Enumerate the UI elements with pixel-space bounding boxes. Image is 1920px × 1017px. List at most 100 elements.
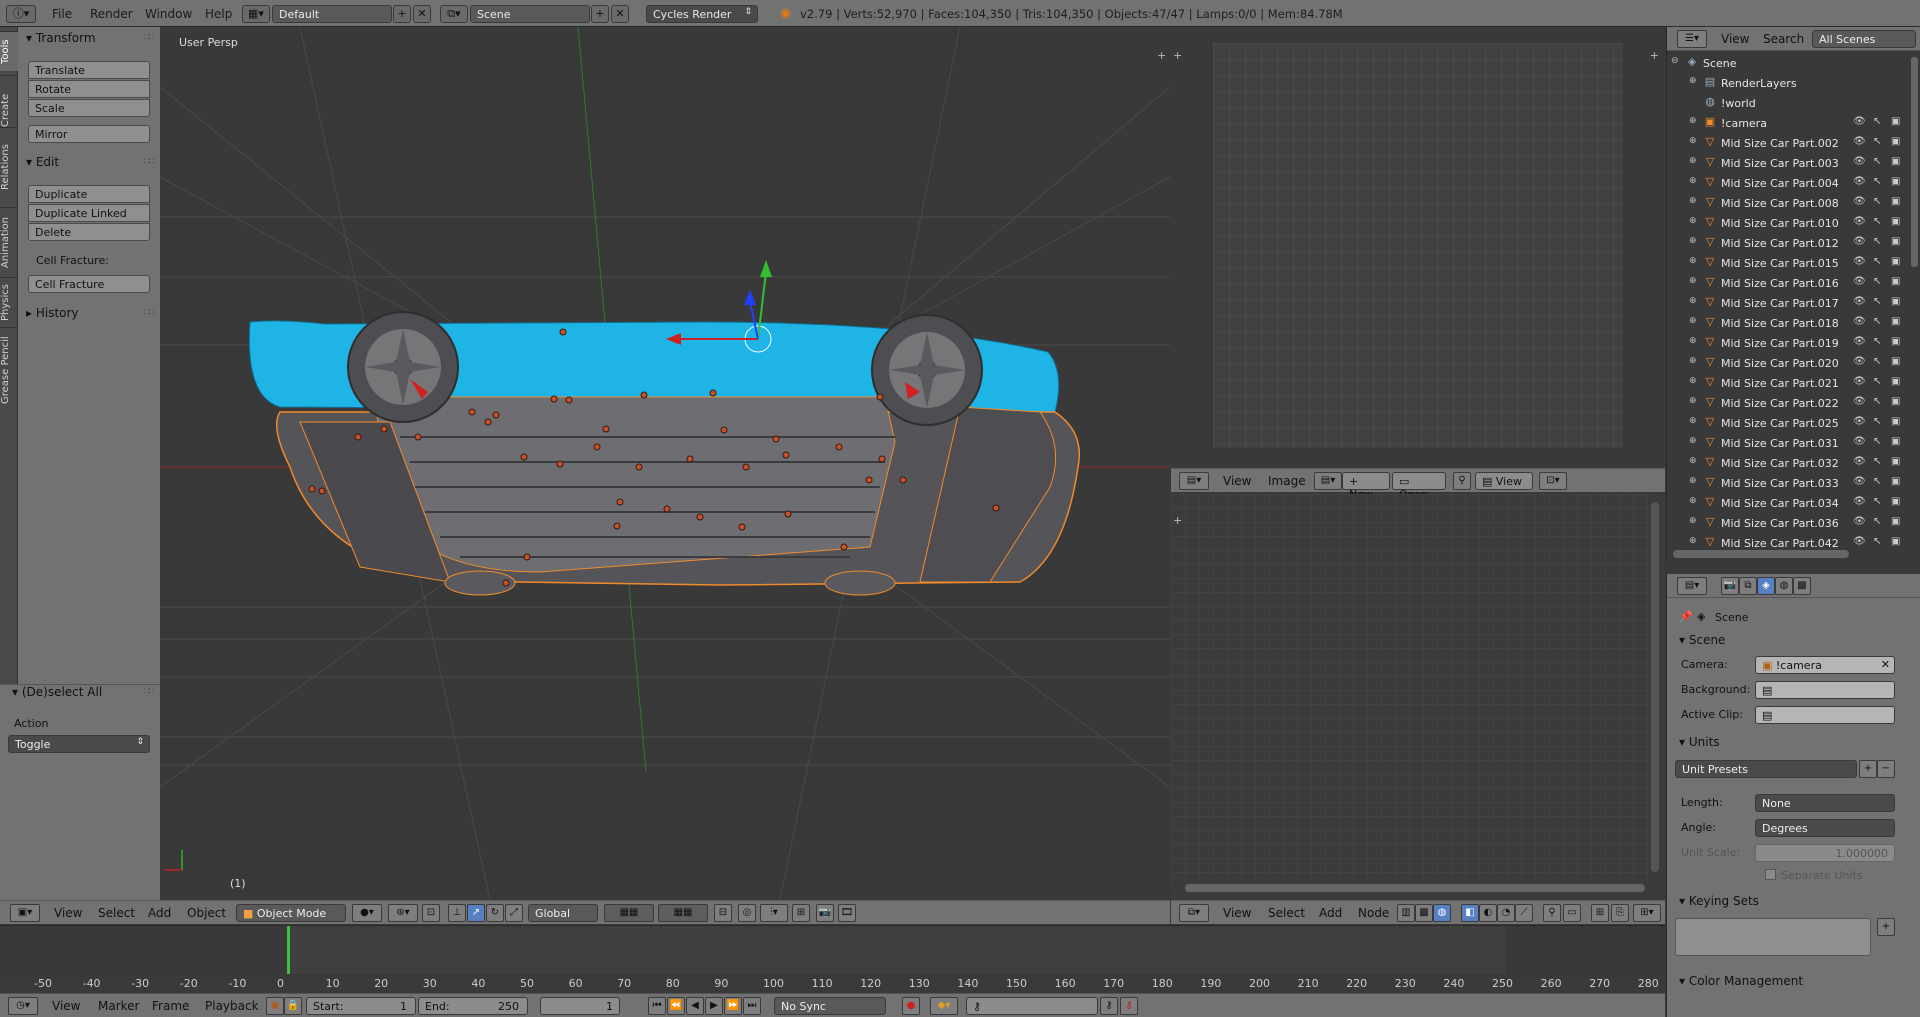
new-image-button[interactable]: + New [1342,472,1390,501]
remove-scene-icon[interactable]: ✕ [611,5,629,23]
pivot-icon[interactable]: ⊡▾ [1539,472,1567,490]
outliner-object-row[interactable]: ⊕ ▽ Mid Size Car Part.016 👁 ↖ ▣ [1667,273,1907,293]
duplicate-linked-button[interactable]: Duplicate Linked [28,204,150,222]
drag-handle-icon[interactable]: ∷∷ [144,33,154,43]
menu-view[interactable]: View [1223,474,1251,488]
scene-field[interactable]: Scene [470,5,590,23]
outliner-object-row[interactable]: ⊕ ▽ Mid Size Car Part.019 👁 ↖ ▣ [1667,333,1907,353]
drag-handle-icon[interactable]: ∷∷ [144,157,154,167]
viewport-shading-icon[interactable]: ●▾ [352,904,382,922]
outliner-row[interactable]: ◍ !world [1667,93,1907,113]
menu-frame[interactable]: Frame [152,999,189,1013]
translate-manipulator-icon[interactable]: ↗ [467,904,485,922]
eye-icon[interactable]: 👁 [1853,276,1866,287]
cursor-select-icon[interactable]: ↖ [1873,236,1881,247]
render-camera-icon[interactable]: ▣ [1891,276,1900,287]
current-frame-field[interactable]: 1 [540,997,620,1015]
menu-add[interactable]: Add [148,906,171,920]
scene-panel-header[interactable]: ▾ Scene [1679,633,1725,647]
expand-toggle-icon[interactable]: ⊕ [1689,276,1697,286]
pivot-point-icon[interactable]: ⊛▾ [388,904,418,922]
expand-toggle-icon[interactable]: ⊕ [1689,256,1697,266]
remove-preset-icon[interactable]: − [1877,760,1895,778]
snap-target-icon[interactable]: ⊞ [792,904,810,922]
eye-icon[interactable]: 👁 [1853,316,1866,327]
render-layers-tab-icon[interactable]: ⧉ [1739,577,1757,595]
outliner-scrollbar[interactable] [1911,57,1918,267]
expand-toggle-icon[interactable]: ⊕ [1689,116,1697,126]
expand-toggle-icon[interactable]: ⊕ [1689,376,1697,386]
expand-toggle-icon[interactable]: ⊕ [1689,76,1697,86]
cursor-select-icon[interactable]: ↖ [1873,216,1881,227]
transform-orientation-select[interactable]: Global [528,904,598,922]
menu-render[interactable]: Render [90,7,133,21]
layers-block-2[interactable]: ▦▦ [658,904,708,922]
menu-marker[interactable]: Marker [98,999,139,1013]
cursor-select-icon[interactable]: ↖ [1873,136,1881,147]
expand-toggle-icon[interactable]: ⊕ [1689,436,1697,446]
world-shader-icon[interactable]: ◐ [1479,904,1497,922]
expand-toggle-icon[interactable]: ⊕ [1689,236,1697,246]
horizontal-scrollbar[interactable] [1185,884,1645,892]
cursor-select-icon[interactable]: ↖ [1873,496,1881,507]
menu-view[interactable]: View [1223,906,1251,920]
outliner-object-row[interactable]: ⊕ ▽ Mid Size Car Part.012 👁 ↖ ▣ [1667,233,1907,253]
expand-toggle-icon[interactable]: ⊕ [1689,136,1697,146]
eye-icon[interactable]: 👁 [1853,296,1866,307]
end-frame-field[interactable]: End: 250 [418,997,528,1015]
compositing-nodes-icon[interactable]: ◍ [1433,904,1451,922]
edit-panel-header[interactable]: ▾ Edit [26,155,59,169]
cursor-select-icon[interactable]: ↖ [1873,116,1881,127]
eye-icon[interactable]: 👁 [1853,336,1866,347]
menu-window[interactable]: Window [145,7,192,21]
transform-panel-header[interactable]: ▾ Transform [26,31,96,45]
timeline[interactable]: -50 -40 -30 -20 -10 0 10 20 30 40 50 60 70 80 90 100 110… [0,925,1665,994]
open-image-button[interactable]: ▭ Open [1392,472,1446,501]
outliner-object-row[interactable]: ⊕ ▽ Mid Size Car Part.034 👁 ↖ ▣ [1667,493,1907,513]
eye-icon[interactable]: 👁 [1853,196,1866,207]
render-camera-icon[interactable]: ▣ [1891,336,1900,347]
render-camera-icon[interactable]: ▣ [1891,316,1900,327]
start-frame-field[interactable]: Start: 1 [306,997,416,1015]
outliner-object-row[interactable]: ⊕ ▽ Mid Size Car Part.015 👁 ↖ ▣ [1667,253,1907,273]
region-expand-icon[interactable]: + [1650,49,1659,62]
manipulator-toggle-icon[interactable]: ⊥ [448,904,466,922]
render-engine-select[interactable]: Cycles Render ⇕ [646,5,758,23]
outliner-object-row[interactable]: ⊕ ▽ Mid Size Car Part.010 👁 ↖ ▣ [1667,213,1907,233]
eye-icon[interactable]: 👁 [1853,456,1866,467]
unit-scale-field[interactable]: 1.000000 [1755,844,1895,862]
expand-toggle-icon[interactable]: ⊕ [1689,156,1697,166]
play-icon[interactable]: ▶ [705,997,723,1015]
keying-mode-icon[interactable]: ◆▾ [930,997,958,1015]
eye-icon[interactable]: 👁 [1853,436,1866,447]
expand-toggle-icon[interactable]: ⊖ [1671,56,1679,66]
separate-units-checkbox[interactable] [1765,869,1776,880]
tab-animation[interactable]: Animation [0,207,18,277]
layers-block-1[interactable]: ▦▦ [604,904,654,922]
expand-toggle-icon[interactable]: ⊕ [1689,216,1697,226]
snap-element-icon[interactable]: ⫶▾ [760,904,788,922]
render-camera-icon[interactable]: ▣ [1891,396,1900,407]
cursor-select-icon[interactable]: ↖ [1873,296,1881,307]
brush-icon[interactable]: ⟋ [1515,904,1533,922]
expand-toggle-icon[interactable]: ⊕ [1689,416,1697,426]
view-mode-select[interactable]: ▤ View [1475,472,1533,490]
scene-icon[interactable]: ⧉▾ [440,5,468,23]
render-camera-icon[interactable]: ▣ [1891,196,1900,207]
proportional-edit-icon[interactable]: ◎ [738,904,756,922]
expand-toggle-icon[interactable]: ⊕ [1689,456,1697,466]
eye-icon[interactable]: 👁 [1853,236,1866,247]
use-nodes-icon[interactable]: ⚲ [1543,904,1561,922]
menu-file[interactable]: File [52,7,72,21]
copy-icon[interactable]: ⎘ [1611,904,1629,922]
add-scene-icon[interactable]: + [591,5,609,23]
render-camera-icon[interactable]: ▣ [1891,496,1900,507]
browse-image-icon[interactable]: ▤▾ [1314,472,1342,490]
opengl-render-icon[interactable]: 📷 [816,904,834,922]
transform-manipulator[interactable] [666,260,772,353]
info-editor-type-icon[interactable]: ⓘ▾ [6,5,36,23]
menu-search[interactable]: Search [1763,32,1804,46]
tab-relations[interactable]: Relations [0,127,18,207]
tab-grease-pencil[interactable]: Grease Pencil [0,327,18,412]
eye-icon[interactable]: 👁 [1853,416,1866,427]
